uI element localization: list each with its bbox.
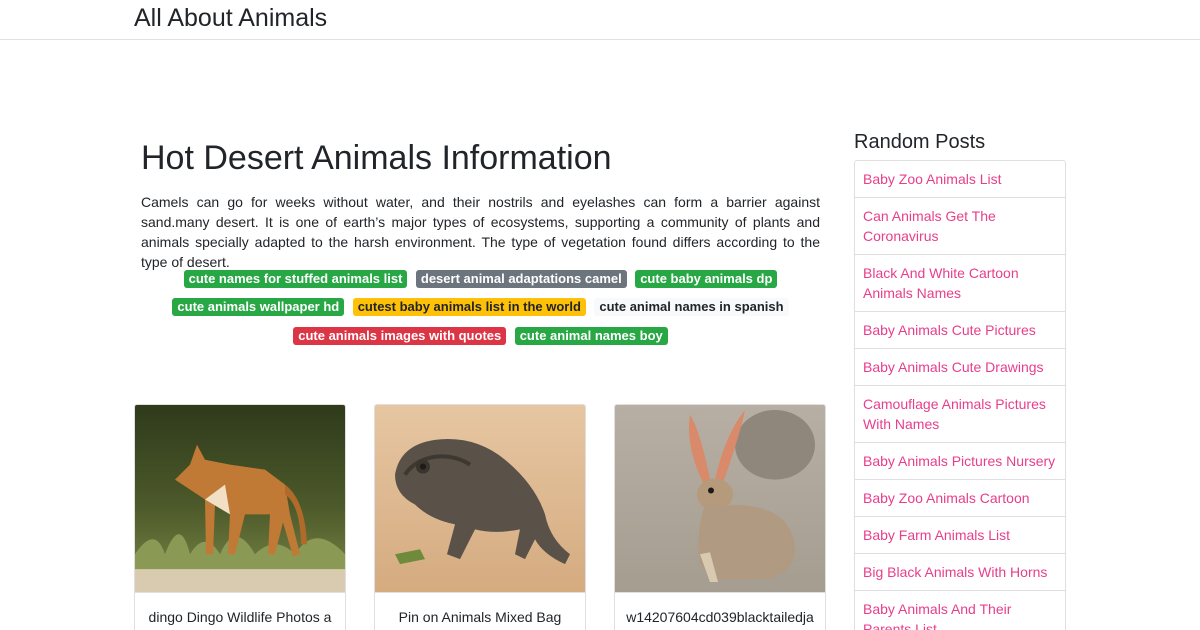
- sidebar-post-link[interactable]: Baby Zoo Animals List: [855, 161, 1065, 197]
- sidebar-post-link[interactable]: Baby Animals Pictures Nursery: [855, 442, 1065, 479]
- tag-link[interactable]: cutest baby animals list in the world: [352, 298, 586, 317]
- tag-link[interactable]: desert animal adaptations camel: [415, 269, 627, 288]
- sidebar-post-link[interactable]: Baby Animals Cute Pictures: [855, 311, 1065, 348]
- sidebar-post-link[interactable]: Big Black Animals With Horns: [855, 553, 1065, 590]
- sidebar-post-link[interactable]: Can Animals Get The Coronavirus: [855, 197, 1065, 254]
- image-card[interactable]: w14207604cd039blacktailedjackrabbithigha…: [614, 404, 826, 630]
- sidebar-post-link[interactable]: Baby Animals And Their Parents List: [855, 590, 1065, 630]
- sidebar-post-link[interactable]: Baby Zoo Animals Cartoon: [855, 479, 1065, 516]
- tag-link[interactable]: cute names for stuffed animals list: [183, 269, 408, 288]
- article-body: Camels can go for weeks without water, a…: [141, 194, 820, 270]
- site-brand[interactable]: All About Animals: [134, 2, 327, 34]
- card-title[interactable]: w14207604cd039blacktailedjackrabbithigha…: [625, 608, 815, 630]
- sidebar-post-link[interactable]: Camouflage Animals Pictures With Names: [855, 385, 1065, 442]
- navbar: All About Animals: [0, 0, 1200, 40]
- sidebar-post-link[interactable]: Baby Farm Animals List: [855, 516, 1065, 553]
- jackrabbit-photo[interactable]: [615, 405, 825, 593]
- tag-link[interactable]: cute animal names boy: [514, 326, 668, 345]
- tag-link[interactable]: cute animal names in spanish: [594, 298, 789, 317]
- tag-link[interactable]: cute animals images with quotes: [293, 326, 507, 345]
- tag-link[interactable]: cute baby animals dp: [635, 269, 778, 288]
- sidebar-post-link[interactable]: Baby Animals Cute Drawings: [855, 348, 1065, 385]
- dingo-photo[interactable]: [135, 405, 345, 593]
- sidebar: Random Posts Baby Zoo Animals List Can A…: [854, 131, 1066, 630]
- random-posts-list: Baby Zoo Animals List Can Animals Get Th…: [854, 160, 1066, 630]
- sidebar-heading: Random Posts: [854, 131, 986, 153]
- chameleon-photo[interactable]: [375, 405, 585, 593]
- image-card[interactable]: Pin on Animals Mixed Bag: [374, 404, 586, 630]
- tag-cloud: cute names for stuffed animals list dese…: [141, 265, 820, 351]
- tag-link[interactable]: cute animals wallpaper hd: [172, 298, 345, 317]
- image-card[interactable]: dingo Dingo Wildlife Photos and Info The…: [134, 404, 346, 630]
- page-title: Hot Desert Animals Information: [141, 139, 612, 177]
- card-title[interactable]: Pin on Animals Mixed Bag: [385, 608, 575, 626]
- article: Hot Desert Animals Information Camels ca…: [141, 138, 820, 272]
- sidebar-post-link[interactable]: Black And White Cartoon Animals Names: [855, 254, 1065, 311]
- card-title[interactable]: dingo Dingo Wildlife Photos and Info The…: [145, 608, 335, 630]
